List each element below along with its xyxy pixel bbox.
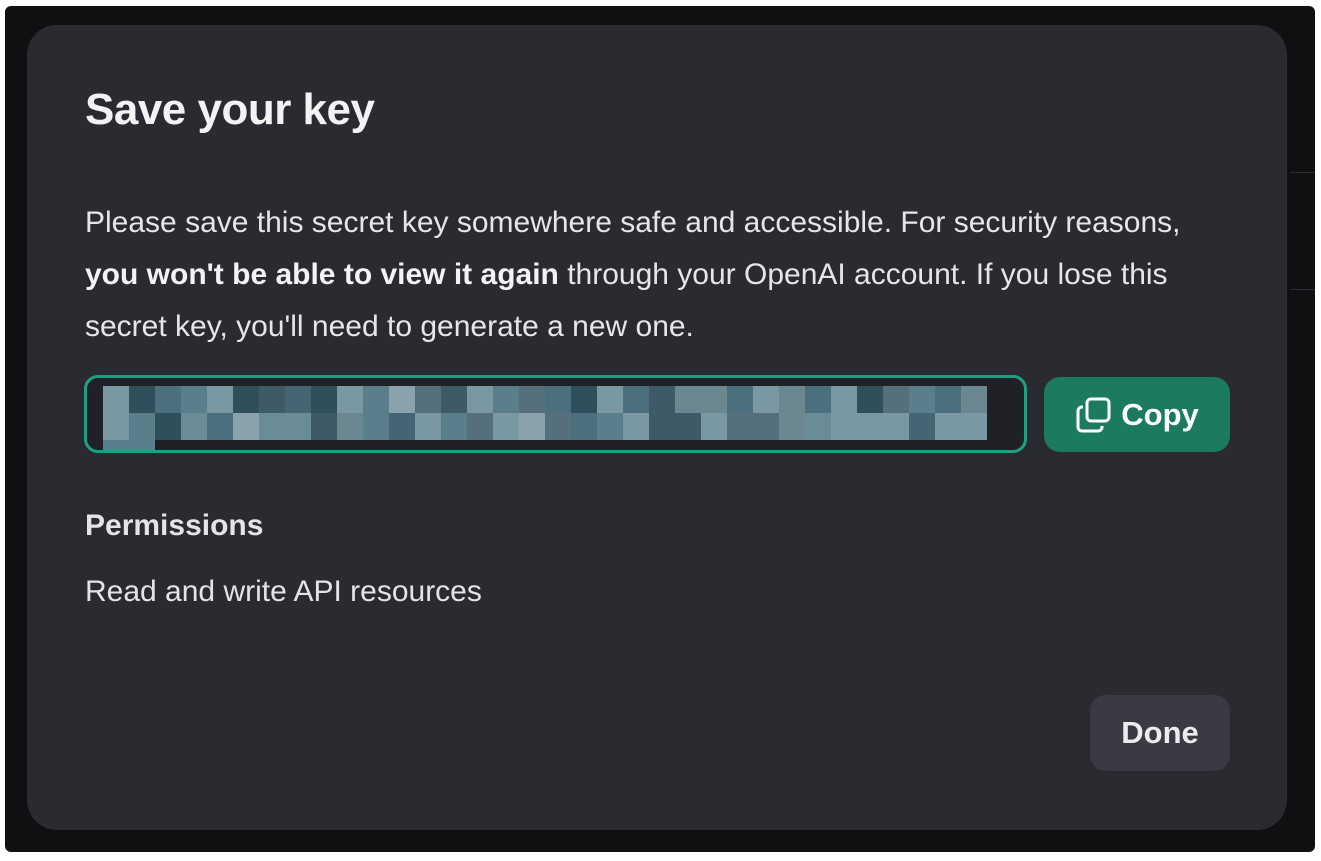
save-key-dialog: Save your key Please save this secret ke…: [27, 25, 1287, 830]
redacted-key-value: [103, 386, 1008, 450]
description-text: Please save this secret key somewhere sa…: [85, 206, 1181, 239]
divider: [1290, 172, 1315, 173]
description-emphasis: you won't be able to view it again: [85, 258, 559, 291]
permissions-heading: Permissions: [85, 509, 264, 542]
copy-button-label: Copy: [1121, 396, 1199, 432]
copy-icon: [1076, 397, 1111, 432]
copy-button[interactable]: Copy: [1044, 377, 1230, 452]
permissions-value: Read and write API resources: [85, 575, 482, 608]
dialog-description: Please save this secret key somewhere sa…: [85, 197, 1195, 353]
divider: [1290, 289, 1315, 290]
dialog-title: Save your key: [85, 85, 375, 134]
secret-key-field[interactable]: [84, 375, 1027, 453]
done-button[interactable]: Done: [1090, 695, 1230, 771]
